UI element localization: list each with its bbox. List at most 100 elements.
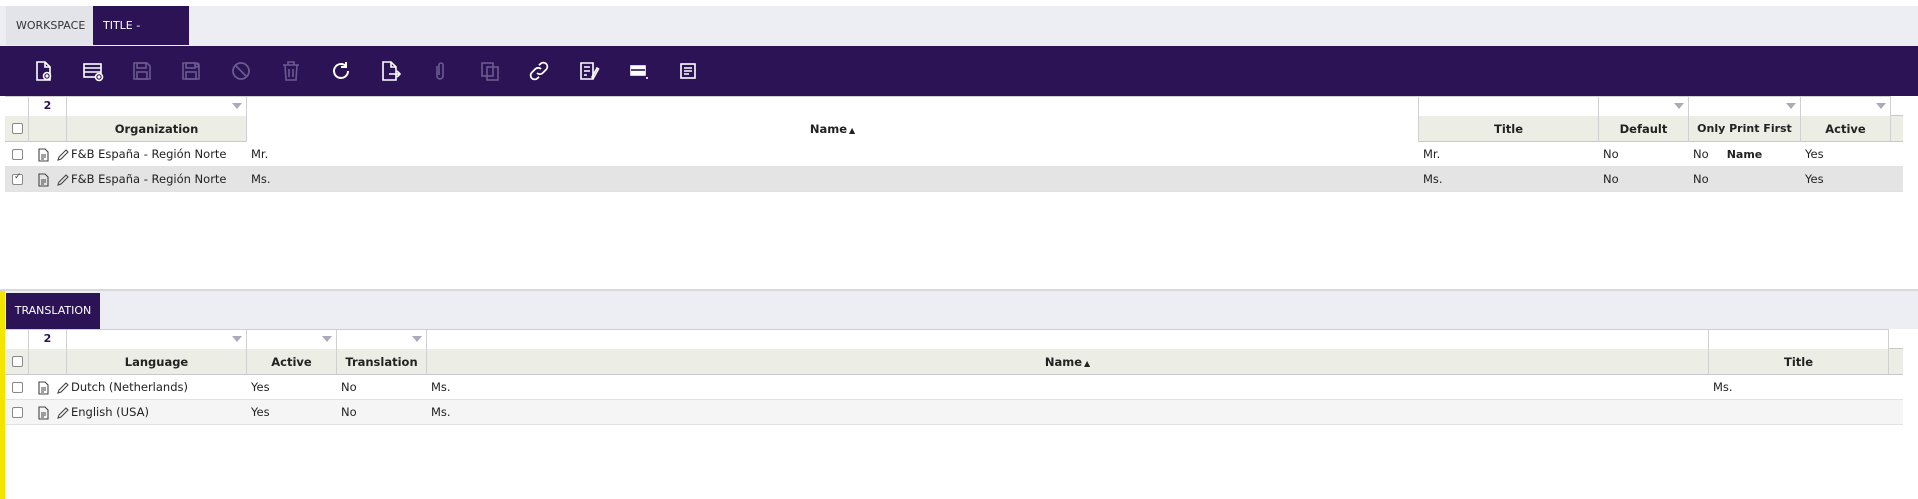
chevron-down-icon[interactable]: [412, 336, 422, 342]
header-name-label: Name: [809, 122, 847, 136]
cell-only-print-first-name: No: [1693, 147, 1709, 161]
delete-icon[interactable]: [278, 58, 304, 84]
export-icon[interactable]: [377, 58, 403, 84]
filter-active[interactable]: [247, 329, 337, 349]
form-view-icon[interactable]: [626, 58, 652, 84]
filter-row: 2: [5, 329, 1903, 349]
cell-only-print-first-name: No: [1693, 172, 1709, 186]
filter-default[interactable]: [1599, 96, 1689, 116]
cell-organization: F&B España - Región Norte: [71, 172, 227, 186]
row-checkbox[interactable]: [12, 172, 23, 185]
filter-blank: [5, 329, 29, 349]
cell-title: [1709, 400, 1889, 425]
cell-default: No: [1603, 172, 1619, 186]
audit-icon[interactable]: [576, 58, 602, 84]
tab-workspace-label: WORKSPACE: [16, 19, 86, 32]
chevron-down-icon[interactable]: [1674, 103, 1684, 109]
cell-translation: No: [341, 380, 357, 394]
chevron-down-icon[interactable]: [232, 336, 242, 342]
link-icon[interactable]: [526, 58, 552, 84]
table-row[interactable]: Dutch (Netherlands) Yes No Ms. Ms.: [5, 375, 1903, 400]
chevron-down-icon[interactable]: [1786, 103, 1796, 109]
header-actions: [29, 116, 67, 142]
filter-name[interactable]: [427, 329, 1709, 349]
sort-ascending-icon: ▲: [849, 126, 856, 135]
cell-title: Mr.: [1423, 147, 1441, 161]
select-all-checkbox[interactable]: [12, 356, 23, 367]
cell-language: English (USA): [71, 405, 149, 419]
header-only-print-first-name[interactable]: Only Print First Name: [1689, 116, 1801, 161]
cell-active: Yes: [251, 405, 270, 419]
header-active[interactable]: Active: [247, 349, 337, 375]
filter-language[interactable]: [67, 329, 247, 349]
document-icon[interactable]: [36, 173, 50, 187]
window-tab-bar: [0, 0, 1918, 46]
filter-organization[interactable]: [67, 96, 247, 116]
cell-organization: F&B España - Región Norte: [71, 147, 227, 161]
document-icon[interactable]: [36, 406, 50, 420]
header-row: Language Active Translation Name ▲ Title: [5, 349, 1903, 375]
select-all-cell: [5, 349, 29, 375]
header-organization[interactable]: Organization: [67, 116, 247, 142]
toolbar: [0, 46, 1918, 96]
filter-title[interactable]: [1709, 329, 1889, 349]
cell-language: Dutch (Netherlands): [71, 380, 188, 394]
refresh-icon[interactable]: [328, 58, 354, 84]
cell-active: Yes: [1805, 172, 1824, 186]
filter-title[interactable]: [1419, 96, 1599, 116]
subtab-bar: [0, 291, 1918, 329]
cell-translation: No: [341, 405, 357, 419]
header-title[interactable]: Title: [1419, 116, 1599, 142]
translation-grid: 2 Language Active Translation Name ▲ Titl…: [5, 329, 1918, 499]
chevron-down-icon[interactable]: [322, 336, 332, 342]
sort-ascending-icon: ▲: [1084, 359, 1091, 368]
document-icon[interactable]: [36, 381, 50, 395]
chevron-down-icon[interactable]: [232, 103, 242, 109]
chevron-down-icon[interactable]: [1876, 103, 1886, 109]
header-row: Organization Name ▲ Title Default Only Pr…: [5, 116, 1903, 161]
cell-name: Ms.: [251, 172, 271, 186]
notes-icon[interactable]: [675, 58, 701, 84]
select-all-checkbox[interactable]: [12, 123, 23, 134]
header-name[interactable]: Name ▲: [247, 116, 1419, 142]
save-close-icon[interactable]: [178, 58, 204, 84]
cell-title: Ms.: [1713, 380, 1733, 394]
table-row[interactable]: English (USA) Yes No Ms.: [5, 400, 1903, 425]
header-active[interactable]: Active: [1801, 116, 1891, 142]
filter-translation[interactable]: [337, 329, 427, 349]
header-language[interactable]: Language: [67, 349, 247, 375]
tab-translation[interactable]: TRANSLATION: [6, 293, 100, 329]
clone-icon[interactable]: [477, 58, 503, 84]
filter-row: 2: [5, 96, 1903, 116]
new-document-icon[interactable]: [30, 58, 56, 84]
document-icon[interactable]: [36, 148, 50, 162]
header-title[interactable]: Title: [1709, 349, 1889, 375]
cell-name: Ms.: [431, 405, 451, 419]
filter-blank: [5, 96, 29, 116]
table-row[interactable]: F&B España - Región Norte Mr. Mr. No No …: [5, 142, 1903, 167]
new-record-icon[interactable]: [80, 58, 106, 84]
row-checkbox[interactable]: [12, 407, 23, 418]
header-actions: [29, 349, 67, 375]
select-all-cell: [5, 116, 29, 142]
cell-default: No: [1603, 147, 1619, 161]
cancel-icon[interactable]: [228, 58, 254, 84]
save-icon[interactable]: [129, 58, 155, 84]
header-translation[interactable]: Translation: [337, 349, 427, 375]
header-name[interactable]: Name ▲: [427, 349, 1709, 375]
attachment-icon[interactable]: [427, 58, 453, 84]
cell-active: Yes: [251, 380, 270, 394]
title-grid: 2 Organization Name ▲ Title Default Only …: [5, 96, 1918, 289]
filter-name[interactable]: [247, 96, 1419, 116]
record-count: 2: [29, 329, 67, 349]
filter-active[interactable]: [1801, 96, 1891, 116]
tab-title-ms[interactable]: TITLE - MS.×: [93, 6, 189, 71]
record-count: 2: [29, 96, 67, 116]
tab-workspace[interactable]: WORKSPACE: [6, 6, 93, 45]
header-default[interactable]: Default: [1599, 116, 1689, 142]
row-checkbox[interactable]: [12, 149, 23, 160]
table-row-selected[interactable]: F&B España - Región Norte Ms. Ms. No No …: [5, 167, 1903, 192]
row-checkbox[interactable]: [12, 382, 23, 393]
filter-only-print-first-name[interactable]: [1689, 96, 1801, 116]
header-name-label: Name: [1044, 355, 1082, 369]
